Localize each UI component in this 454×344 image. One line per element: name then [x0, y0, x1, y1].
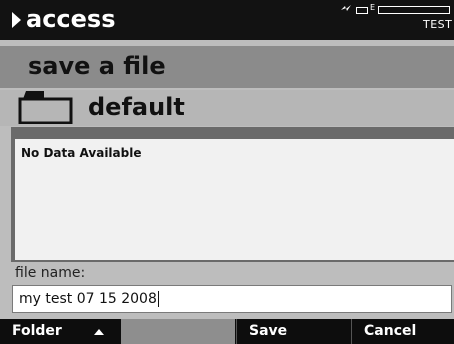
folder-softkey[interactable]: Folder: [0, 319, 120, 344]
top-bar: access E TEST: [0, 0, 454, 40]
folder-softkey-label: Folder: [12, 323, 62, 339]
app-title: access: [26, 5, 116, 33]
mode-label: TEST: [423, 18, 453, 31]
save-softkey[interactable]: Save: [236, 319, 350, 344]
softkey-bar: Folder Save Cancel: [0, 319, 454, 344]
file-name-input[interactable]: my test 07 15 2008: [12, 285, 452, 313]
file-list[interactable]: No Data Available: [15, 139, 454, 260]
screen-title-band: save a file: [0, 46, 454, 88]
bolt-icon: [341, 5, 351, 11]
file-name-label: file name:: [15, 265, 86, 281]
empty-message: No Data Available: [21, 146, 142, 160]
cancel-softkey[interactable]: Cancel: [351, 319, 454, 344]
blank-softkey[interactable]: [121, 319, 235, 344]
play-arrow-icon: [12, 12, 21, 28]
file-list-frame: No Data Available: [11, 127, 454, 262]
file-name-value: my test 07 15 2008: [19, 291, 157, 307]
screen-title: save a file: [28, 52, 166, 80]
level-bar: [378, 6, 450, 14]
folder-icon: [18, 91, 73, 124]
up-arrow-icon: [94, 329, 104, 335]
text-caret: [157, 291, 159, 307]
folder-selector[interactable]: default: [0, 90, 454, 126]
battery-letter: E: [370, 3, 376, 12]
battery-icon: [356, 7, 368, 14]
folder-name: default: [88, 93, 185, 121]
status-area: E TEST: [334, 2, 454, 38]
